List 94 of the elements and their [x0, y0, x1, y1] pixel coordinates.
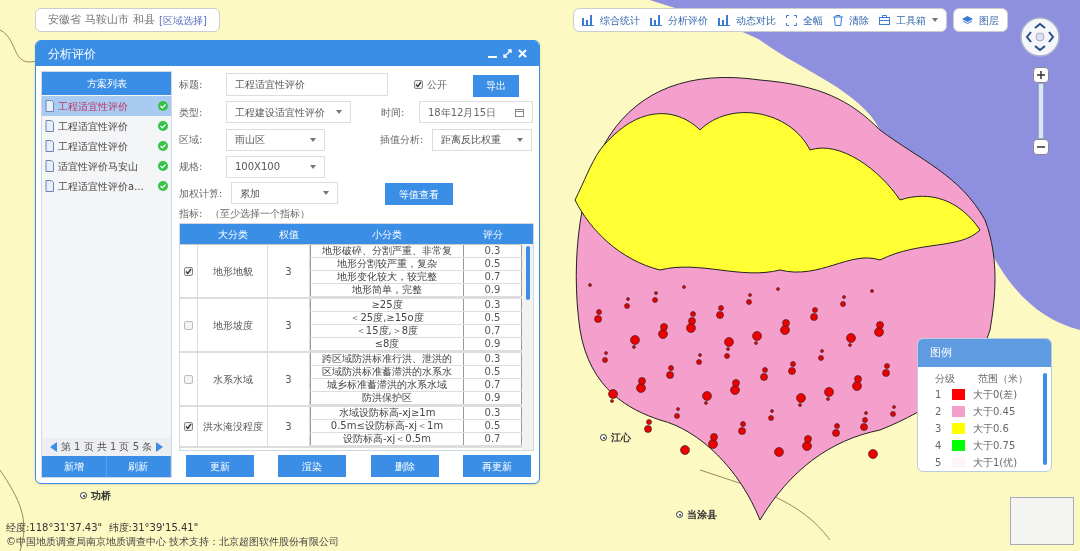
- table-cell: 防洪保护区: [310, 392, 464, 404]
- table-cell: 3: [268, 407, 310, 446]
- column-header: 小分类: [371, 227, 403, 242]
- table-cell: 3: [268, 353, 310, 405]
- table-cell: 水系水域: [198, 353, 268, 405]
- breadcrumb-item[interactable]: 和县: [133, 11, 155, 29]
- plan-list-item[interactable]: 适宜性评价马安山: [42, 156, 171, 176]
- pager-text: 第 1 页 共 1 页 5 条: [60, 441, 153, 453]
- field-label: 规格:: [179, 160, 204, 174]
- plan-list-item[interactable]: 工程适宜性评价: [42, 96, 171, 116]
- dialog-title: 分析评价: [48, 45, 96, 63]
- toolbar-button[interactable]: 清除: [833, 12, 869, 28]
- legend-range: 大于0.6: [973, 422, 1009, 436]
- field-label: 区域:: [179, 133, 204, 147]
- legend-grade: 5: [935, 456, 943, 470]
- legend-grade: 1: [935, 388, 943, 402]
- table-cell: 地形地貌: [198, 245, 268, 297]
- plan-name: 适宜性评价马安山: [58, 159, 139, 174]
- layers-button[interactable]: 图层: [953, 8, 1008, 32]
- plan-name: 工程适宜性评价: [58, 139, 129, 154]
- indicator-hint: （至少选择一个指标）: [210, 206, 311, 221]
- grid-size-select[interactable]: 100X100: [226, 155, 325, 178]
- table-cell: 地形破碎、分割严重、非常复: [310, 245, 464, 257]
- contour-view-button[interactable]: 等值查看: [385, 183, 453, 206]
- table-cell: 地形简单，完整: [310, 284, 464, 296]
- table-cell: 3: [268, 299, 310, 351]
- table-action-button[interactable]: 渲染: [278, 455, 347, 477]
- place-label: 江心: [611, 431, 631, 445]
- place-label: 功桥: [91, 489, 111, 503]
- table-cell: 设防标高-xj＜0.5m: [310, 433, 464, 445]
- plan-list-item[interactable]: 工程适宜性评价: [42, 136, 171, 156]
- table-cell: ≤8度: [310, 338, 464, 350]
- toolbar-button[interactable]: 分析评价: [650, 12, 708, 28]
- table-cell: 洪水淹没程度: [198, 407, 268, 446]
- toolbar-button[interactable]: 动态对比: [718, 12, 776, 28]
- table-cell: 地形分割较严重，复杂: [310, 258, 464, 270]
- table-cell: 地形变化较大，较完整: [310, 271, 464, 283]
- place-label: 当涂县: [687, 508, 717, 522]
- indicator-label: 指标:: [179, 206, 203, 221]
- toolbar-button[interactable]: 综合统计: [582, 12, 640, 28]
- coordinates-text: 经度:118°31'37.43" 纬度:31°39'15.41": [6, 521, 199, 535]
- plan-action-button[interactable]: 刷新: [106, 456, 171, 477]
- plan-list-item[interactable]: 工程适宜性评价: [42, 116, 171, 136]
- column-header: 权值: [278, 227, 300, 242]
- table-cell: 地形坡度: [198, 299, 268, 351]
- column-header: 评分: [482, 227, 504, 242]
- legend-grade: 3: [935, 422, 943, 436]
- plan-list-item[interactable]: 工程适宜性评价a...: [42, 176, 171, 196]
- table-action-button[interactable]: 删除: [370, 455, 439, 477]
- legend-range: 大于0.75: [973, 439, 1016, 453]
- table-cell: 水域设防标高-xj≥1m: [310, 407, 464, 419]
- plan-list-header: 方案列表: [42, 72, 171, 95]
- plan-name: 工程适宜性评价: [58, 119, 129, 134]
- weighting-select[interactable]: 累加: [231, 182, 338, 204]
- copyright-text: ©中国地质调查局南京地质调查中心 技术支持：北京超图软件股份有限公司: [6, 535, 340, 549]
- table-cell: 跨区域防洪标准行洪、泄洪的: [310, 353, 464, 365]
- type-select[interactable]: 工程建设适宜性评价: [226, 101, 351, 123]
- field-label: 时间:: [381, 105, 406, 120]
- table-cell: ＜15度,＞8度: [310, 325, 464, 337]
- legend-range: 大于0(差): [973, 388, 1018, 402]
- plan-name: 工程适宜性评价a...: [58, 179, 145, 194]
- export-button[interactable]: 导出: [473, 74, 519, 97]
- interpolation-select[interactable]: 距离反比权重: [432, 128, 532, 151]
- legend-grade: 4: [935, 439, 943, 453]
- legend-grade: 2: [935, 405, 943, 419]
- table-cell: 0.5m≤设防标高-xj＜1m: [310, 420, 464, 432]
- table-cell: 3: [268, 245, 310, 297]
- toolbar-button[interactable]: 工具箱: [879, 12, 938, 28]
- legend-header: 图例: [918, 339, 1051, 367]
- field-label: 标题:: [179, 78, 204, 92]
- legend-range: 大于0.45: [973, 405, 1016, 419]
- legend-column-header: 分级: [935, 372, 956, 385]
- breadcrumb-item[interactable]: 马鞍山市: [85, 11, 129, 29]
- table-action-button[interactable]: 再更新: [463, 455, 531, 477]
- legend-column-header: 范围（米）: [978, 372, 1028, 385]
- region-select[interactable]: 雨山区: [226, 128, 325, 151]
- public-label: 公开: [427, 78, 447, 92]
- region-select-link[interactable]: [区域选择]: [159, 12, 207, 28]
- table-cell: 城乡标准蓄滞洪的水系水域: [310, 379, 464, 391]
- table-action-button[interactable]: 更新: [186, 455, 254, 477]
- field-label: 加权计算:: [179, 186, 224, 201]
- date-field[interactable]: 18年12月15日: [419, 101, 533, 123]
- table-cell: 区域防洪标准蓄滞洪的水系水: [310, 366, 464, 378]
- legend-range: 大于1(优): [973, 456, 1018, 470]
- field-label: 插值分析:: [380, 133, 425, 147]
- title-input-field[interactable]: 工程适宜性评价: [226, 73, 388, 96]
- plan-name: 工程适宜性评价: [58, 99, 129, 114]
- table-cell: ≥25度: [310, 299, 464, 311]
- table-cell: ＜25度,≥15o度: [310, 312, 464, 324]
- field-label: 类型:: [179, 105, 204, 120]
- plan-action-button[interactable]: 新增: [42, 456, 107, 477]
- column-header: 大分类: [217, 227, 249, 242]
- breadcrumb-item[interactable]: 安徽省: [48, 11, 81, 29]
- toolbar-button[interactable]: 全幅: [786, 12, 823, 28]
